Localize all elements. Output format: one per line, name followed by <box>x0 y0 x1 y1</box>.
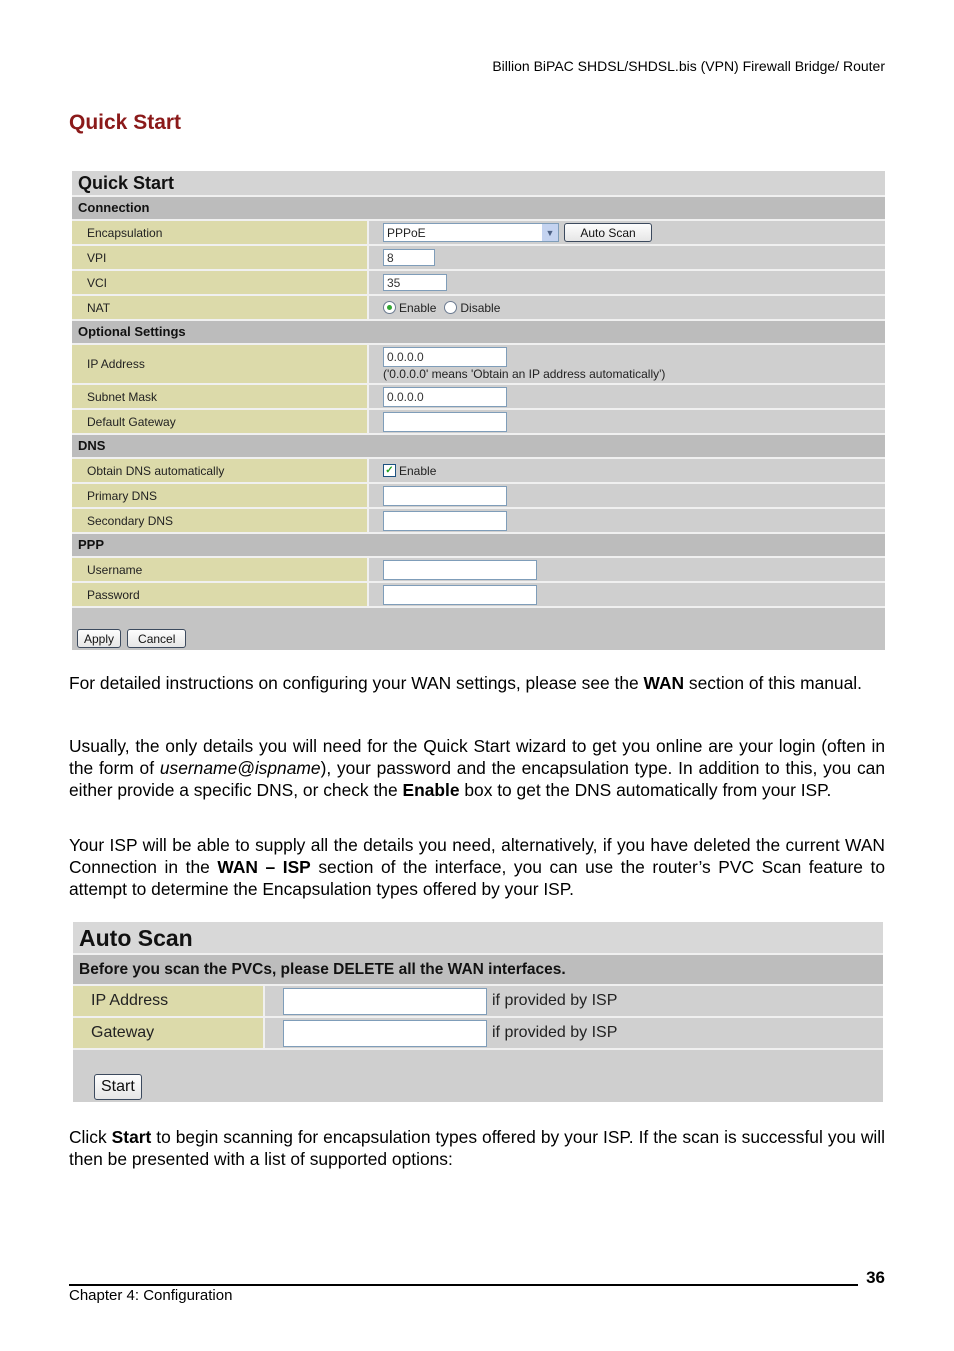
bold-term: Start <box>111 1127 152 1147</box>
vci-input[interactable] <box>383 274 447 291</box>
password-row: Password <box>72 583 885 608</box>
paragraph-login-details: Usually, the only details you will need … <box>69 735 885 801</box>
vpi-label: VPI <box>72 246 369 269</box>
obtain-dns-label: Obtain DNS automatically <box>72 459 369 482</box>
paragraph-pvc-scan: Your ISP will be able to supply all the … <box>69 834 885 900</box>
ip-address-input[interactable] <box>383 347 507 367</box>
italic-term: username@ispname <box>159 758 321 778</box>
bold-term: WAN – ISP <box>217 857 311 877</box>
obtain-dns-row: Obtain DNS automatically ✓ Enable <box>72 459 885 484</box>
primary-dns-input[interactable] <box>383 485 507 506</box>
text: Click <box>69 1127 112 1147</box>
panel-title: Quick Start <box>72 171 885 197</box>
auto-scan-gateway-hint: if provided by ISP <box>492 1024 618 1041</box>
section-header-optional-settings: Optional Settings <box>72 321 885 345</box>
section-header-ppp: PPP <box>72 534 885 558</box>
bold-term: WAN <box>643 673 685 693</box>
nat-enable-label: Enable <box>399 300 437 315</box>
obtain-dns-enable-label: Enable <box>399 463 437 478</box>
nat-disable-radio[interactable] <box>444 301 458 314</box>
ip-address-label: IP Address <box>72 345 369 383</box>
default-gateway-row: Default Gateway <box>72 410 885 435</box>
chevron-down-icon[interactable]: ▼ <box>542 224 558 241</box>
auto-scan-ip-input[interactable] <box>283 987 487 1015</box>
text: section of this manual. <box>684 673 862 693</box>
subnet-mask-input[interactable] <box>383 386 507 407</box>
vci-row: VCI <box>72 271 885 296</box>
default-gateway-label: Default Gateway <box>72 410 369 433</box>
chapter-label: Chapter 4: Configuration <box>69 1287 233 1304</box>
apply-button[interactable]: Apply <box>77 629 122 648</box>
auto-scan-ip-hint: if provided by ISP <box>492 992 618 1009</box>
password-input[interactable] <box>383 584 537 605</box>
start-button[interactable]: Start <box>94 1074 142 1100</box>
paragraph-wan-instructions: For detailed instructions on configuring… <box>69 672 885 694</box>
auto-scan-panel: Auto Scan Before you scan the PVCs, plea… <box>73 922 883 1102</box>
auto-scan-button-bar: Start <box>73 1050 883 1102</box>
checkmark-icon: ✓ <box>385 464 394 476</box>
encapsulation-row: Encapsulation PPPoE ▼ Auto Scan <box>72 221 885 246</box>
secondary-dns-input[interactable] <box>383 510 507 531</box>
text: to begin scanning for encapsulation type… <box>69 1127 885 1169</box>
section-header-dns: DNS <box>72 435 885 459</box>
username-label: Username <box>72 558 369 581</box>
quick-start-panel: Quick Start Connection Encapsulation PPP… <box>72 171 885 650</box>
subnet-mask-row: Subnet Mask <box>72 385 885 410</box>
encapsulation-label: Encapsulation <box>72 221 369 244</box>
paragraph-start-scan: Click Start to begin scanning for encaps… <box>69 1126 885 1170</box>
auto-scan-gateway-input[interactable] <box>283 1019 487 1047</box>
bold-term: Enable <box>402 780 460 800</box>
ip-address-hint: ('0.0.0.0' means 'Obtain an IP address a… <box>383 367 666 381</box>
auto-scan-ip-row: IP Address if provided by ISP <box>73 986 883 1018</box>
nat-enable-radio[interactable] <box>383 301 396 314</box>
vci-label: VCI <box>72 271 369 294</box>
password-label: Password <box>72 583 369 606</box>
nat-disable-label: Disable <box>460 300 501 315</box>
button-bar: Apply Cancel <box>72 608 885 650</box>
page-number: 36 <box>866 1268 885 1287</box>
text: For detailed instructions on configuring… <box>69 673 644 693</box>
secondary-dns-label: Secondary DNS <box>72 509 369 532</box>
auto-scan-button[interactable]: Auto Scan <box>564 223 652 242</box>
text: box to get the DNS automatically from yo… <box>459 780 832 800</box>
document-header: Billion BiPAC SHDSL/SHDSL.bis (VPN) Fire… <box>492 58 885 74</box>
vpi-row: VPI <box>72 246 885 271</box>
section-title: Quick Start <box>69 111 182 134</box>
nat-row: NAT Enable Disable <box>72 296 885 321</box>
vpi-input[interactable] <box>383 249 435 266</box>
auto-scan-gateway-label: Gateway <box>73 1018 265 1048</box>
primary-dns-label: Primary DNS <box>72 484 369 507</box>
panel-title: Auto Scan <box>73 922 883 955</box>
footer-divider <box>69 1284 858 1286</box>
obtain-dns-checkbox[interactable]: ✓ <box>383 464 396 477</box>
encapsulation-select[interactable]: PPPoE ▼ <box>383 223 559 242</box>
section-header-connection: Connection <box>72 197 885 221</box>
encapsulation-value: PPPoE <box>387 225 426 240</box>
cancel-button[interactable]: Cancel <box>127 629 187 648</box>
ip-address-row: IP Address ('0.0.0.0' means 'Obtain an I… <box>72 345 885 385</box>
auto-scan-gateway-row: Gateway if provided by ISP <box>73 1018 883 1050</box>
default-gateway-input[interactable] <box>383 411 507 432</box>
auto-scan-ip-label: IP Address <box>73 986 265 1016</box>
username-input[interactable] <box>383 559 537 580</box>
primary-dns-row: Primary DNS <box>72 484 885 509</box>
radio-selected-dot <box>387 305 392 310</box>
secondary-dns-row: Secondary DNS <box>72 509 885 534</box>
subnet-mask-label: Subnet Mask <box>72 385 369 408</box>
auto-scan-notice: Before you scan the PVCs, please DELETE … <box>73 955 883 986</box>
nat-label: NAT <box>72 296 369 319</box>
username-row: Username <box>72 558 885 583</box>
